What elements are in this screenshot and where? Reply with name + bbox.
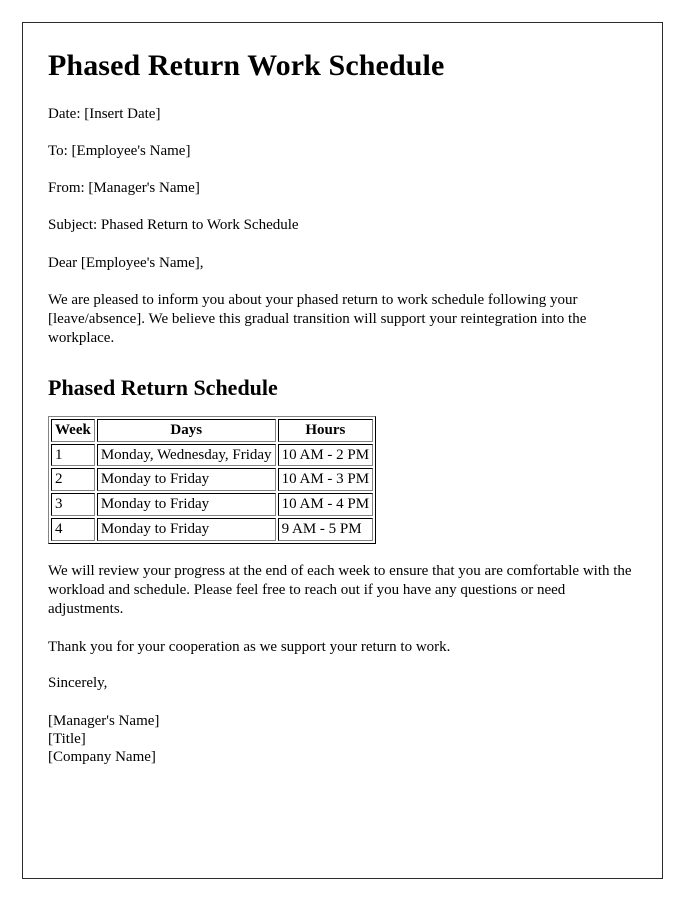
cell-days: Monday, Wednesday, Friday	[96, 443, 276, 467]
column-header-week: Week	[51, 418, 95, 442]
review-paragraph: We will review your progress at the end …	[48, 562, 632, 618]
signature-block: [Manager's Name] [Title] [Company Name]	[48, 712, 638, 767]
column-header-hours: Hours	[277, 418, 374, 442]
cell-days: Monday to Friday	[96, 468, 276, 492]
section-heading-schedule: Phased Return Schedule	[48, 374, 278, 400]
cell-hours: 10 AM - 3 PM	[277, 468, 374, 492]
schedule-table-head: Week Days Hours	[51, 418, 374, 442]
cell-week: 3	[51, 493, 95, 516]
table-header-row: Week Days Hours	[51, 418, 374, 442]
cell-week: 4	[51, 517, 95, 541]
table-row: 3 Monday to Friday 10 AM - 4 PM	[51, 493, 374, 516]
cell-week: 2	[51, 468, 95, 492]
table-row: 2 Monday to Friday 10 AM - 3 PM	[51, 468, 374, 492]
schedule-table-body: 1 Monday, Wednesday, Friday 10 AM - 2 PM…	[51, 443, 374, 541]
table-row: 4 Monday to Friday 9 AM - 5 PM	[51, 517, 374, 541]
header-line-from: From: [Manager's Name]	[48, 180, 200, 197]
cell-days: Monday to Friday	[96, 517, 276, 541]
header-line-subject: Subject: Phased Return to Work Schedule	[48, 217, 299, 234]
page-title: Phased Return Work Schedule	[48, 49, 445, 82]
document-page: Phased Return Work Schedule Date: [Inser…	[22, 22, 663, 879]
signature-line-name: [Manager's Name]	[48, 712, 160, 729]
closing-line: Sincerely,	[48, 675, 108, 692]
salutation: Dear [Employee's Name],	[48, 254, 204, 271]
cell-hours: 9 AM - 5 PM	[277, 517, 374, 541]
cell-hours: 10 AM - 2 PM	[277, 443, 374, 467]
thanks-paragraph: Thank you for your cooperation as we sup…	[48, 639, 451, 656]
table-row: 1 Monday, Wednesday, Friday 10 AM - 2 PM	[51, 443, 374, 467]
header-line-to: To: [Employee's Name]	[48, 142, 191, 159]
signature-line-company: [Company Name]	[48, 749, 156, 766]
letter-header-block: Date: [Insert Date] To: [Employee's Name…	[48, 105, 638, 235]
header-line-date: Date: [Insert Date]	[48, 105, 161, 122]
column-header-days: Days	[96, 418, 276, 442]
intro-paragraph: We are pleased to inform you about your …	[48, 292, 587, 347]
signature-line-title: [Title]	[48, 731, 86, 748]
cell-hours: 10 AM - 4 PM	[277, 493, 374, 516]
cell-week: 1	[51, 443, 95, 467]
cell-days: Monday to Friday	[96, 493, 276, 516]
document-body: Phased Return Work Schedule Date: [Inser…	[23, 23, 662, 767]
schedule-table: Week Days Hours 1 Monday, Wednesday, Fri…	[48, 415, 377, 544]
